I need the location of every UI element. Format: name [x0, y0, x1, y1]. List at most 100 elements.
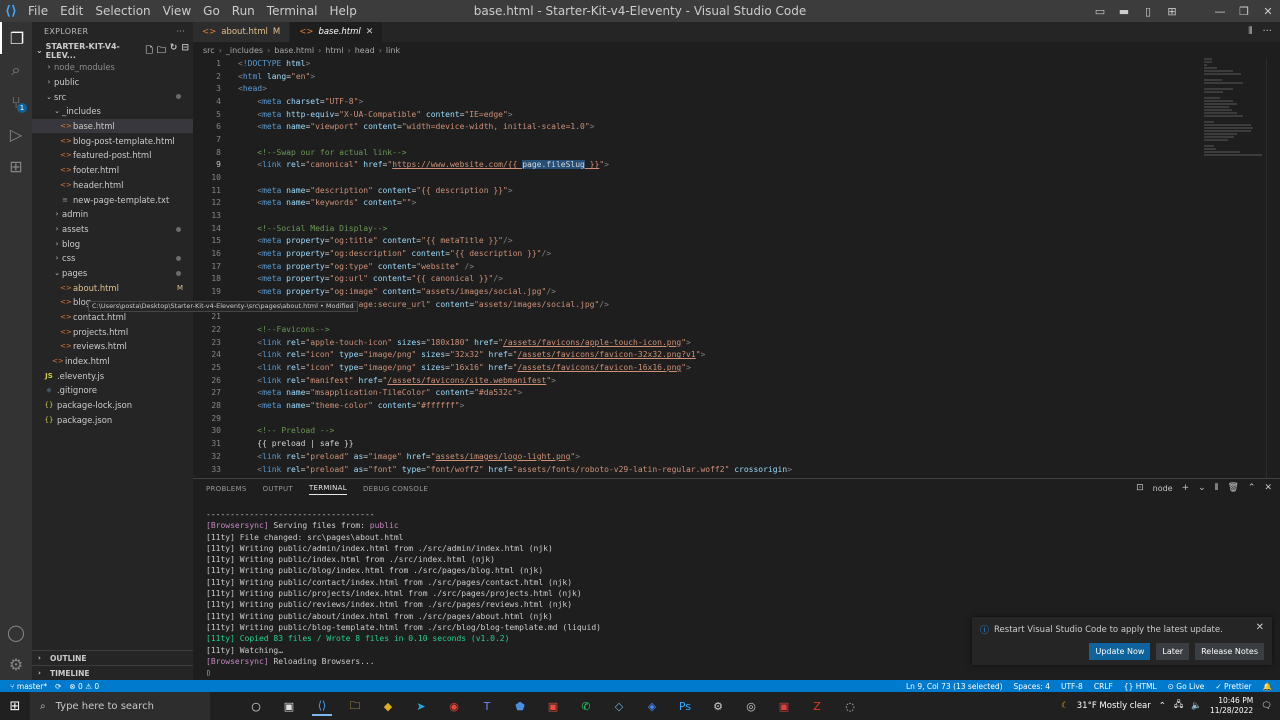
- file-item[interactable]: <> base.html: [32, 118, 193, 134]
- more-actions-icon[interactable]: ···: [1262, 26, 1272, 37]
- panel-tab-problems[interactable]: PROBLEMS: [206, 485, 247, 493]
- search-icon[interactable]: ⌕: [0, 54, 32, 86]
- file-item[interactable]: {} package.json: [32, 413, 193, 428]
- minimap[interactable]: [1204, 58, 1266, 158]
- menu-item-file[interactable]: File: [22, 0, 54, 22]
- chevron-down-icon[interactable]: ⌄: [1198, 483, 1206, 493]
- folder-item[interactable]: › css: [32, 251, 193, 266]
- maximize-panel-icon[interactable]: ⌃: [1248, 483, 1256, 493]
- notifications-bell-icon[interactable]: 🔔: [1263, 682, 1272, 691]
- toggle-secondary-sidebar-icon[interactable]: ▯: [1136, 5, 1160, 18]
- menu-item-edit[interactable]: Edit: [54, 0, 89, 22]
- tab-base-html[interactable]: <> base.html ✕: [290, 22, 384, 42]
- maximize-button[interactable]: ❐: [1232, 5, 1256, 18]
- menu-item-go[interactable]: Go: [197, 0, 226, 22]
- git-branch[interactable]: ⑂ master*: [10, 682, 47, 691]
- close-notification-icon[interactable]: ✕: [1256, 622, 1264, 633]
- filezilla-icon[interactable]: Z: [807, 696, 827, 716]
- collapse-all-icon[interactable]: ⊟: [181, 43, 189, 59]
- taskbar-search[interactable]: ⌕ Type here to search: [30, 692, 210, 720]
- menu-item-run[interactable]: Run: [226, 0, 261, 22]
- folder-item[interactable]: ⌄ _includes: [32, 104, 193, 119]
- app-icon[interactable]: ⚙: [708, 696, 728, 716]
- status-item[interactable]: ✓ Prettier: [1215, 682, 1251, 691]
- file-item[interactable]: <> header.html: [32, 178, 193, 193]
- photoshop-icon[interactable]: Ps: [675, 696, 695, 716]
- breadcrumb-item[interactable]: link: [386, 46, 400, 55]
- file-item[interactable]: {} package-lock.json: [32, 398, 193, 413]
- explorer-icon[interactable]: ❐: [0, 22, 32, 54]
- file-explorer-icon[interactable]: 🗀: [345, 696, 365, 716]
- later-button[interactable]: Later: [1156, 643, 1190, 660]
- weather-text[interactable]: 31°F Mostly clear: [1077, 701, 1151, 711]
- timeline-section[interactable]: › TIMELINE: [32, 665, 193, 680]
- app-icon[interactable]: ◌: [840, 696, 860, 716]
- clock[interactable]: 10:46 PM 11/28/2022: [1210, 696, 1253, 716]
- breadcrumb-item[interactable]: src: [203, 46, 215, 55]
- menu-item-view[interactable]: View: [157, 0, 197, 22]
- app-icon[interactable]: ⬟: [510, 696, 530, 716]
- tray-overflow-icon[interactable]: ⌃: [1159, 701, 1166, 711]
- folder-item[interactable]: › admin: [32, 207, 193, 222]
- app-icon[interactable]: ◆: [378, 696, 398, 716]
- new-terminal-icon[interactable]: +: [1182, 483, 1190, 493]
- update-now-button[interactable]: Update Now: [1089, 643, 1151, 660]
- source-control-icon[interactable]: ⑂ 1: [0, 86, 32, 118]
- teams-icon[interactable]: T: [477, 696, 497, 716]
- menu-item-terminal[interactable]: Terminal: [261, 0, 324, 22]
- app-icon[interactable]: ◇: [609, 696, 629, 716]
- app-icon[interactable]: ◈: [642, 696, 662, 716]
- folder-item[interactable]: › public: [32, 75, 193, 90]
- vscode-taskbar-icon[interactable]: ⟨⟩: [312, 696, 332, 716]
- breadcrumb-item[interactable]: base.html: [274, 46, 314, 55]
- manage-gear-icon[interactable]: ⚙: [0, 648, 32, 680]
- code-editor[interactable]: 1 <!DOCTYPE html> 2 <html lang="en"> 3 <head>…: [193, 58, 1193, 478]
- status-item[interactable]: {} HTML: [1124, 682, 1157, 691]
- whatsapp-icon[interactable]: ✆: [576, 696, 596, 716]
- breadcrumb-item[interactable]: head: [355, 46, 375, 55]
- editor-scrollbar[interactable]: [1266, 58, 1280, 478]
- close-panel-icon[interactable]: ✕: [1264, 483, 1272, 493]
- outline-section[interactable]: › OUTLINE: [32, 650, 193, 665]
- task-view-icon[interactable]: ▣: [279, 696, 299, 716]
- release-notes-button[interactable]: Release Notes: [1195, 643, 1264, 660]
- folder-item[interactable]: ⌄ pages: [32, 266, 193, 281]
- cortana-icon[interactable]: ○: [246, 696, 266, 716]
- app-icon[interactable]: ▣: [774, 696, 794, 716]
- panel-tab-terminal[interactable]: TERMINAL: [308, 484, 347, 495]
- terminal-output[interactable]: ----------------------------------- [Brow…: [206, 509, 601, 678]
- file-item[interactable]: <> reviews.html: [32, 339, 193, 354]
- notifications-icon[interactable]: 🗨: [1261, 701, 1272, 711]
- file-item[interactable]: JS .eleventy.js: [32, 368, 193, 383]
- app-icon[interactable]: ◎: [741, 696, 761, 716]
- sync-icon[interactable]: ⟳: [55, 682, 61, 691]
- more-actions-icon[interactable]: ···: [176, 27, 185, 36]
- tab-about-html[interactable]: <> about.html M: [193, 22, 291, 42]
- new-folder-icon[interactable]: 🗀: [157, 43, 166, 59]
- close-tab-icon[interactable]: ✕: [366, 27, 374, 37]
- file-item[interactable]: <> blog-post-template.html: [32, 133, 193, 148]
- panel-tab-debug-console[interactable]: DEBUG CONSOLE: [363, 485, 428, 493]
- folder-item[interactable]: › blog: [32, 236, 193, 251]
- file-item[interactable]: <> about.html M: [32, 280, 193, 295]
- file-item[interactable]: <> featured-post.html: [32, 148, 193, 163]
- status-item[interactable]: CRLF: [1094, 682, 1113, 691]
- new-file-icon[interactable]: 🗋: [146, 43, 153, 59]
- project-root[interactable]: ⌄ STARTER-KIT-V4-ELEV... 🗋 🗀 ↻ ⊟: [32, 41, 193, 60]
- customize-layout-icon[interactable]: ⊞: [1160, 5, 1184, 18]
- toggle-panel-icon[interactable]: ▬: [1112, 5, 1136, 18]
- status-item[interactable]: UTF-8: [1061, 682, 1083, 691]
- close-window-button[interactable]: ✕: [1256, 5, 1280, 18]
- file-item[interactable]: <> index.html: [32, 354, 193, 369]
- run-debug-icon[interactable]: ▷: [0, 118, 32, 150]
- split-terminal-icon[interactable]: ⫴: [1215, 483, 1219, 493]
- refresh-icon[interactable]: ↻: [170, 43, 178, 59]
- volume-icon[interactable]: 🔈: [1191, 701, 1202, 711]
- folder-item[interactable]: › node_modules: [32, 60, 193, 75]
- status-item[interactable]: Spaces: 4: [1014, 682, 1050, 691]
- account-icon[interactable]: ◯: [0, 616, 32, 648]
- menu-item-selection[interactable]: Selection: [89, 0, 156, 22]
- terminal-shell-name[interactable]: node: [1153, 484, 1173, 493]
- extensions-icon[interactable]: ⊞: [0, 150, 32, 182]
- minimize-button[interactable]: —: [1208, 5, 1232, 18]
